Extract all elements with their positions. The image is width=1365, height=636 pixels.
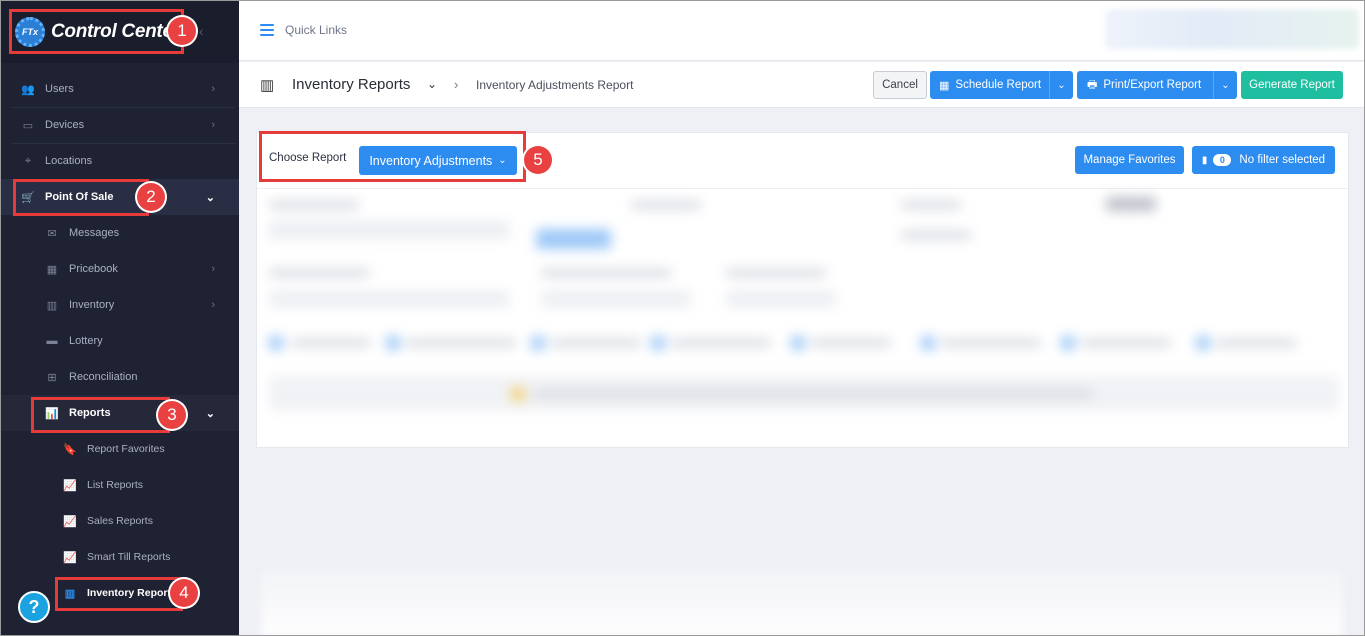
sidebar: FTx Control Center ‹ 👥 Users › ▭ Devices… xyxy=(1,1,239,635)
card-divider xyxy=(257,188,1348,189)
line-chart-icon: 📈 xyxy=(63,515,77,528)
sidebar-item-label: Users xyxy=(45,83,74,95)
callout-box-1 xyxy=(9,9,184,54)
users-icon: 👥 xyxy=(21,83,35,96)
chevron-down-icon: ⌄ xyxy=(205,407,215,420)
sidebar-item-users[interactable]: 👥 Users › xyxy=(1,71,239,107)
schedule-report-label: Schedule Report xyxy=(955,79,1042,91)
grid-icon: ⊞ xyxy=(47,371,57,384)
warehouse-icon: ▥ xyxy=(260,77,275,94)
sidebar-item-lottery[interactable]: ▬ Lottery xyxy=(1,323,239,359)
sidebar-item-devices[interactable]: ▭ Devices › xyxy=(1,107,239,143)
schedule-report-button[interactable]: ▦ Schedule Report ⌄ xyxy=(930,71,1073,99)
callout-box-5 xyxy=(259,131,526,182)
calendar-icon: ▦ xyxy=(939,79,950,92)
app-window: FTx Control Center ‹ 👥 Users › ▭ Devices… xyxy=(0,0,1365,636)
printer-icon: 🖶 xyxy=(1087,78,1098,91)
sidebar-item-messages[interactable]: ✉ Messages xyxy=(1,215,239,251)
print-export-button[interactable]: 🖶 Print/Export Report ⌄ xyxy=(1077,71,1237,99)
sidebar-item-list-reports[interactable]: 📈 List Reports xyxy=(1,467,239,503)
generate-report-button[interactable]: Generate Report xyxy=(1241,71,1343,99)
top-bar: Quick Links xyxy=(239,1,1364,61)
sidebar-item-label: Inventory xyxy=(69,299,115,311)
manage-favorites-button[interactable]: Manage Favorites xyxy=(1075,146,1184,174)
collapse-chevron-icon[interactable]: ‹ xyxy=(199,23,204,39)
chevron-down-icon[interactable]: ⌄ xyxy=(1049,71,1073,99)
blurred-filters xyxy=(261,191,1346,441)
cancel-button[interactable]: Cancel xyxy=(873,71,927,99)
sidebar-item-locations[interactable]: ⌖ Locations xyxy=(1,143,239,179)
quick-links-link[interactable]: Quick Links xyxy=(285,23,347,37)
chevron-down-icon[interactable]: ⌄ xyxy=(1213,71,1237,99)
sidebar-item-pricebook[interactable]: ▦ Pricebook › xyxy=(1,251,239,287)
callout-box-4 xyxy=(55,577,183,611)
sidebar-item-label: Messages xyxy=(69,227,120,239)
callout-number-4: 4 xyxy=(170,579,198,607)
sidebar-item-sales-reports[interactable]: 📈 Sales Reports xyxy=(1,503,239,539)
filter-button[interactable]: ▮ 0 No filter selected xyxy=(1192,146,1335,174)
sidebar-item-inventory[interactable]: ▥ Inventory › xyxy=(1,287,239,323)
sidebar-item-label: Sales Reports xyxy=(87,515,153,527)
sidebar-item-smart-till-reports[interactable]: 📈 Smart Till Reports xyxy=(1,539,239,575)
warehouse-icon: ▥ xyxy=(46,299,58,312)
location-pin-icon: ⌖ xyxy=(24,154,32,167)
sidebar-item-label: Report Favorites xyxy=(87,443,165,455)
breadcrumb-current: Inventory Adjustments Report xyxy=(476,78,634,92)
callout-box-3 xyxy=(31,397,170,433)
line-chart-icon: 📈 xyxy=(63,551,77,564)
sidebar-item-label: Smart Till Reports xyxy=(87,551,171,563)
callout-number-2: 2 xyxy=(137,183,165,211)
chevron-right-icon: › xyxy=(211,83,215,95)
filter-icon: ▮ xyxy=(1201,154,1208,166)
devices-icon: ▭ xyxy=(22,119,34,132)
sidebar-item-reconciliation[interactable]: ⊞ Reconciliation xyxy=(1,359,239,395)
breadcrumb-separator-icon: › xyxy=(454,77,459,92)
chevron-down-icon[interactable]: ⌄ xyxy=(427,77,437,91)
chevron-right-icon: › xyxy=(211,263,215,275)
chevron-right-icon: › xyxy=(211,119,215,131)
sidebar-item-label: Reconciliation xyxy=(69,371,138,383)
line-chart-icon: 📈 xyxy=(63,479,77,492)
sidebar-item-label: Lottery xyxy=(69,335,103,347)
print-export-label: Print/Export Report xyxy=(1103,79,1202,91)
filter-count-badge: 0 xyxy=(1213,154,1232,166)
callout-box-2 xyxy=(13,179,149,216)
bookmark-icon: 🔖 xyxy=(63,443,77,456)
sidebar-item-label: Pricebook xyxy=(69,263,118,275)
user-area-blurred xyxy=(1105,9,1359,49)
calculator-icon: ▦ xyxy=(46,263,58,276)
page-title[interactable]: Inventory Reports xyxy=(292,76,410,93)
blurred-footer xyxy=(261,571,1343,635)
chevron-down-icon: ⌄ xyxy=(205,191,215,204)
ticket-icon: ▬ xyxy=(46,335,58,347)
sidebar-item-label: Locations xyxy=(45,155,93,167)
callout-number-1: 1 xyxy=(168,17,196,45)
sidebar-item-label: List Reports xyxy=(87,479,144,491)
chevron-right-icon: › xyxy=(211,299,215,311)
menu-icon[interactable] xyxy=(260,24,274,36)
filter-label: No filter selected xyxy=(1239,154,1326,166)
callout-number-3: 3 xyxy=(158,401,186,429)
envelope-icon: ✉ xyxy=(47,227,57,240)
help-button[interactable]: ? xyxy=(18,591,50,623)
callout-number-5: 5 xyxy=(524,146,552,174)
sidebar-item-label: Devices xyxy=(45,119,85,131)
sidebar-item-report-favorites[interactable]: 🔖 Report Favorites xyxy=(1,431,239,467)
